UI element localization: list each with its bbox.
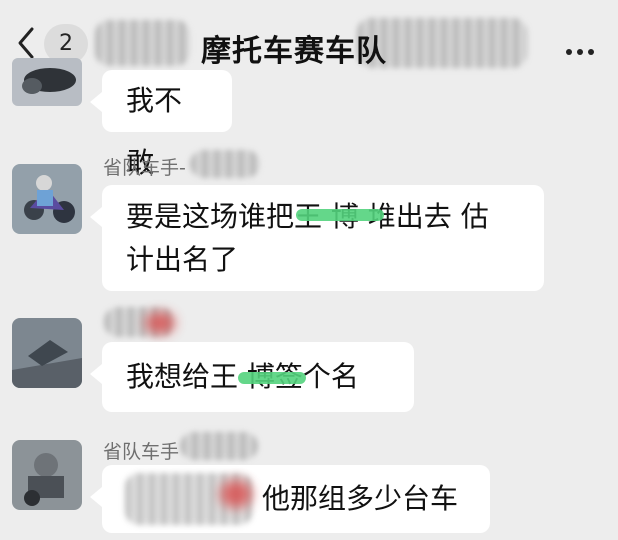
- avatar[interactable]: [12, 440, 82, 510]
- redacted-name-blur: [95, 20, 190, 66]
- sender-name: 省队车手: [103, 441, 180, 463]
- redacted-name-blur: [190, 150, 260, 178]
- redaction-highlight: [145, 312, 175, 334]
- redacted-name-blur: [180, 432, 258, 460]
- message-bubble: 要是这场谁把王 博 堆出去 估 计出名了: [90, 185, 544, 291]
- avatar[interactable]: [12, 58, 82, 106]
- more-horizontal-icon[interactable]: [566, 40, 600, 55]
- message-bubble: 我不敢: [90, 70, 232, 179]
- avatar[interactable]: [12, 318, 82, 388]
- sender-name: 省队车手-: [103, 157, 186, 179]
- redaction-highlight: [296, 209, 384, 221]
- chat-header: 2 摩托车赛车队: [0, 0, 618, 80]
- redaction-highlight: [220, 480, 252, 508]
- message-text-line: 计出名了: [126, 243, 239, 276]
- avatar[interactable]: [12, 164, 82, 234]
- chat-title: 摩托车赛车队: [201, 34, 387, 69]
- title-area: 摩托车赛车队: [95, 16, 527, 72]
- chevron-left-icon[interactable]: [16, 26, 36, 60]
- redaction-highlight: [238, 372, 306, 384]
